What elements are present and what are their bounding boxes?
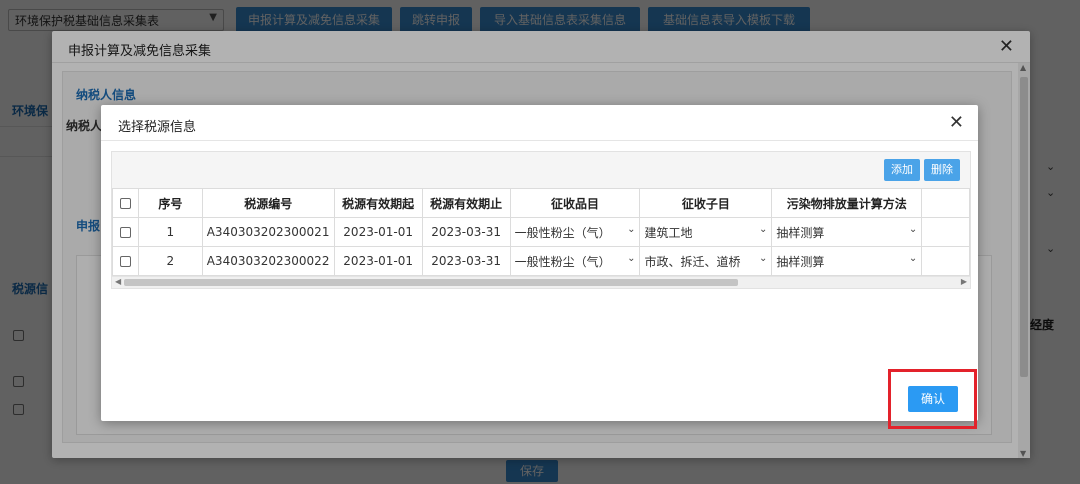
row-checkbox[interactable] [119,256,131,267]
levy-item-select[interactable]: 一般性粉尘（气） ⌄ [509,246,641,276]
tax-source-table: 序号 税源编号 税源有效期起 税源有效期止 征收品目 征收子目 污染物排放量计算… [112,188,970,276]
column-header: 税源有效期起 [333,188,423,218]
chevron-down-icon: ⌄ [627,252,636,264]
chevron-down-icon: ⌄ [758,223,768,235]
highlight-annotation-box [888,369,977,429]
dialog-title: 选择税源信息 [118,120,197,135]
levy-subitem-select[interactable]: 建筑工地 ⌄ [639,217,773,247]
calc-method-value: 抽样测算 [776,225,825,240]
tax-source-grid: 添加 删除 序号 税源编号 税源有效期起 税源有效期止 征收品目 征收子目 污染… [111,151,971,289]
levy-subitem-select[interactable]: 市政、拆迁、道桥 ⌄ [639,246,773,276]
delete-button[interactable]: 删除 [924,159,960,181]
select-all-cell[interactable] [112,188,139,218]
tax-source-id-cell: A340303202300021 [201,217,335,247]
column-header-empty [921,188,970,218]
chevron-down-icon: ⌄ [627,223,636,235]
calc-method-value: 抽样测算 [776,254,825,269]
scroll-right-arrow-icon[interactable]: ▶ [961,277,967,286]
column-header: 征收品目 [509,188,641,218]
table-header-row: 序号 税源编号 税源有效期起 税源有效期止 征收品目 征收子目 污染物排放量计算… [112,188,970,218]
column-header: 污染物排放量计算方法 [771,188,923,218]
horizontal-scrollbar[interactable]: ◀ ▶ [112,276,970,288]
select-all-checkbox[interactable] [119,198,131,209]
table-row[interactable]: 1 A340303202300021 2023-01-01 2023-03-31… [112,217,970,247]
row-select-cell[interactable] [112,246,139,276]
grid-toolbar: 添加 删除 [112,152,970,188]
column-header: 征收子目 [639,188,773,218]
levy-subitem-value: 市政、拆迁、道桥 [644,254,741,269]
scrollbar-thumb[interactable] [124,279,738,286]
start-date-cell: 2023-01-01 [333,217,423,247]
levy-item-value: 一般性粉尘（气） [514,225,611,240]
select-tax-source-dialog: 选择税源信息 ✕ 添加 删除 序号 税源编号 税源有效期起 税源有效期止 征收品… [101,105,978,421]
calc-method-select[interactable]: 抽样测算 ⌄ [771,246,923,276]
chevron-down-icon: ⌄ [908,223,918,235]
dialog-header: 选择税源信息 ✕ [101,105,978,141]
table-row[interactable]: 2 A340303202300022 2023-01-01 2023-03-31… [112,246,970,276]
column-header: 序号 [137,188,203,218]
add-button[interactable]: 添加 [884,159,920,181]
row-checkbox[interactable] [119,227,131,238]
empty-cell [921,246,970,276]
chevron-down-icon: ⌄ [758,252,768,264]
column-header: 税源有效期止 [421,188,511,218]
levy-subitem-value: 建筑工地 [644,225,693,240]
seq-cell: 1 [137,217,203,247]
calc-method-select[interactable]: 抽样测算 ⌄ [771,217,923,247]
levy-item-select[interactable]: 一般性粉尘（气） ⌄ [509,217,641,247]
column-header: 税源编号 [201,188,335,218]
end-date-cell: 2023-03-31 [421,217,511,247]
end-date-cell: 2023-03-31 [421,246,511,276]
close-icon[interactable]: ✕ [949,112,964,133]
start-date-cell: 2023-01-01 [333,246,423,276]
chevron-down-icon: ⌄ [908,252,918,264]
tax-source-id-cell: A340303202300022 [201,246,335,276]
seq-cell: 2 [137,246,203,276]
scroll-left-arrow-icon[interactable]: ◀ [115,277,121,286]
levy-item-value: 一般性粉尘（气） [514,254,611,269]
row-select-cell[interactable] [112,217,139,247]
empty-cell [921,217,970,247]
